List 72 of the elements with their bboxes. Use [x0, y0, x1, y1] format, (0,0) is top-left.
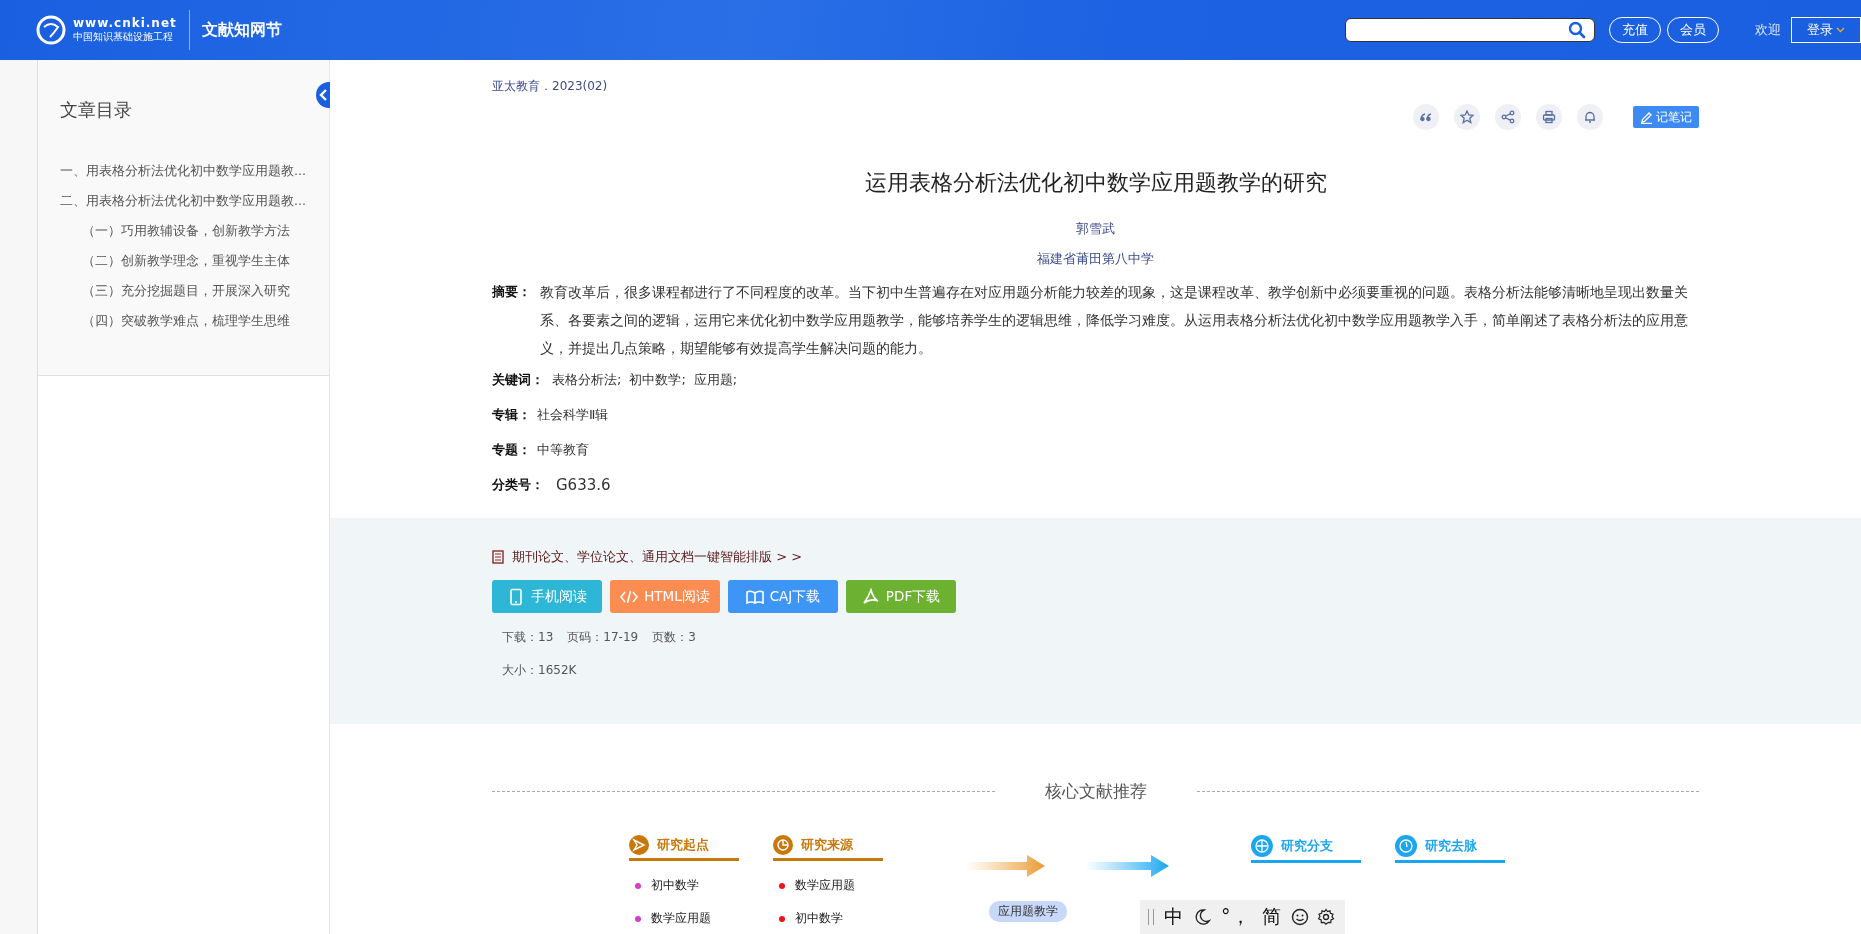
- toc-item[interactable]: （三）充分挖掘题目，开展深入研究: [60, 276, 329, 306]
- tool-button[interactable]: [1536, 104, 1562, 130]
- chevron-left-icon: [319, 89, 329, 101]
- reference-link[interactable]: 初中数学: [651, 877, 699, 894]
- tool-button[interactable]: [1577, 104, 1603, 130]
- toc-item[interactable]: （二）创新教学理念，重视学生主体: [60, 246, 329, 276]
- quote-icon: [1419, 110, 1433, 124]
- logo[interactable]: www.cnki.net 中国知识基础设施工程: [36, 10, 190, 50]
- ime-mode-button[interactable]: 中: [1162, 904, 1185, 930]
- field-value: 社会科学Ⅱ辑: [537, 405, 609, 424]
- section-title: 核心文献推荐: [1044, 780, 1147, 803]
- toc-item[interactable]: 二、用表格分析法优化初中数学应用题教...: [60, 186, 329, 216]
- send-icon: [629, 835, 649, 855]
- toc-item[interactable]: （四）突破教学难点，梳理学生思维: [60, 306, 329, 336]
- plus-circle-icon: [1251, 835, 1273, 857]
- field-value: G633.6: [556, 475, 611, 494]
- pdf-icon: [861, 587, 880, 606]
- stat-text: 页数：3: [652, 629, 696, 646]
- journal-source[interactable]: 亚太教育．2023(02): [492, 78, 1699, 95]
- moon-icon[interactable]: [1193, 908, 1211, 926]
- field-label: 专题：: [492, 440, 531, 459]
- punctuation-button[interactable]: °，: [1219, 904, 1252, 930]
- welcome-text: 欢迎: [1755, 21, 1781, 39]
- reference-link[interactable]: 数学应用题: [795, 877, 855, 894]
- keywords-label: 关键词：: [492, 370, 544, 389]
- stat-text: 页码：17-19: [567, 629, 639, 646]
- field-value: 中等教育: [537, 440, 589, 459]
- site-name: 文献知网节: [201, 19, 282, 41]
- arrow-icon: [965, 853, 1045, 879]
- settings-icon[interactable]: [1316, 908, 1335, 926]
- collapse-button[interactable]: [316, 82, 330, 108]
- search-field[interactable]: [1345, 18, 1595, 42]
- keyword-link[interactable]: 初中数学;: [629, 370, 686, 389]
- keyword-link[interactable]: 应用题;: [693, 370, 738, 389]
- clock-icon: [1395, 835, 1417, 857]
- phone-icon: [507, 587, 525, 606]
- arrow-icon: [1085, 853, 1169, 879]
- affiliation-link[interactable]: 福建省莆田第八中学: [492, 244, 1699, 274]
- toc-title: 文章目录: [60, 98, 133, 122]
- search-icon[interactable]: [1568, 21, 1586, 39]
- login-button[interactable]: 登录: [1791, 17, 1861, 43]
- pie-chart-icon: [773, 835, 793, 855]
- caret-icon: [1836, 27, 1845, 33]
- abstract-label: 摘要：: [492, 283, 532, 301]
- bell-icon: [1583, 110, 1597, 124]
- smiley-icon[interactable]: [1290, 908, 1309, 926]
- printer-icon: [1542, 110, 1556, 124]
- logo-subtitle: 中国知识基础设施工程: [73, 30, 174, 44]
- tool-button[interactable]: [1495, 104, 1521, 130]
- topic-tag[interactable]: 应用题教学: [989, 901, 1067, 922]
- logo-url: www.cnki.net: [73, 16, 177, 30]
- reference-link[interactable]: 数学应用题: [651, 910, 711, 927]
- ime-script-button[interactable]: 简: [1259, 904, 1283, 930]
- article-title: 运用表格分析法优化初中数学应用题教学的研究: [863, 169, 1328, 197]
- book-icon: [745, 587, 764, 606]
- abstract-text: 教育改革后，很多课程都进行了不同程度的改革。当下初中生普遍存在对应用题分析能力较差的现象，这是课程改革、教学创新中必须要重视的问题。表格分析法能够清晰地呈现出数量关系、各要素之间的逻辑，运用它来优化初中数学应用题教学，能够培养学生的逻辑思维，降低学习难度。从运用表格分析法优化初中数学应用题教学入手，简单阐述了表格分析法的应用意义，并提出几点策略，期望能够有效提高学生解决问题的能力。: [540, 283, 1689, 358]
- toc-item[interactable]: 一、用表格分析法优化初中数学应用题教...: [60, 156, 329, 186]
- keyword-link[interactable]: 表格分析法;: [552, 370, 622, 389]
- field-label: 分类号：: [492, 475, 544, 494]
- author-link[interactable]: 郭雪武: [492, 214, 1699, 244]
- share-icon: [1501, 110, 1515, 124]
- promo-link[interactable]: 期刊论文、学位论文、通用文档一键智能排版 > >: [512, 548, 803, 566]
- tool-button[interactable]: [1413, 104, 1439, 130]
- pencil-icon: [1640, 110, 1653, 124]
- file-size-text: 大小：1652K: [502, 662, 577, 679]
- document-icon: [492, 550, 504, 564]
- tool-button[interactable]: [1454, 104, 1480, 130]
- toc-item[interactable]: （一）巧用教辅设备，创新教学方法: [60, 216, 329, 246]
- star-icon: [1460, 110, 1474, 124]
- reference-link[interactable]: 初中数学: [795, 910, 843, 927]
- field-label: 专辑：: [492, 405, 531, 424]
- stat-text: 下载：13: [502, 629, 554, 646]
